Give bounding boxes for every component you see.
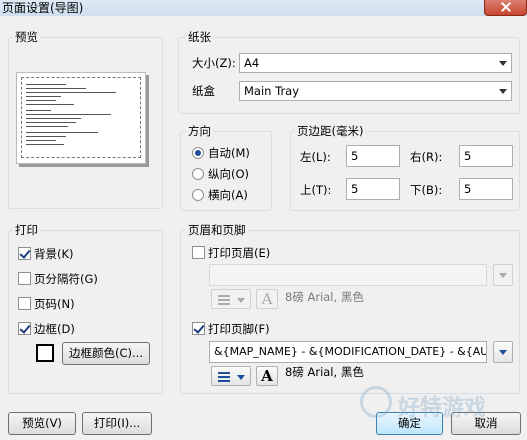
print-header-label[interactable]: 打印页眉(E) [208, 245, 270, 261]
print-page-break-label[interactable]: 页分隔符(G) [34, 271, 98, 287]
watermark-text: 好特游戏 [398, 396, 487, 421]
orientation-landscape-label[interactable]: 横向(A) [208, 187, 248, 203]
print-border-label[interactable]: 边框(D) [34, 321, 75, 337]
footer-insert-button[interactable] [493, 341, 513, 363]
chevron-down-icon [237, 298, 245, 303]
print-background-label[interactable]: 背景(K) [34, 246, 74, 262]
footer-align-button[interactable] [211, 366, 251, 386]
header-footer-group-label: 页眉和页脚 [186, 223, 248, 237]
print-page-break-checkbox[interactable] [18, 272, 31, 285]
print-group-label: 打印 [13, 223, 40, 237]
print-background-checkbox[interactable] [18, 247, 31, 260]
print-footer-checkbox[interactable] [192, 322, 205, 335]
preview-button[interactable]: 预览(V) [8, 412, 76, 435]
footer-font-button[interactable]: A [256, 366, 278, 386]
chevron-down-icon [499, 350, 507, 355]
close-button[interactable] [484, 0, 527, 16]
footer-font-text: 8磅 Arial, 黑色 [285, 365, 364, 379]
paper-tray-label: 纸盒 [192, 84, 215, 98]
footer-text-input[interactable]: &{MAP_NAME} - &{MODIFICATION_DATE} - &{A… [209, 341, 487, 363]
page-preview [16, 72, 146, 164]
page-preview-border [21, 77, 141, 158]
margin-left-label: 左(L): [300, 150, 331, 164]
site-watermark: 好特游戏 [356, 384, 526, 440]
header-font-text: 8磅 Arial, 黑色 [285, 290, 364, 304]
print-group [8, 230, 163, 394]
watermark-logo-icon [360, 386, 392, 418]
border-color-button[interactable]: 边框颜色(C)... [62, 342, 150, 365]
font-icon: A [261, 367, 273, 385]
paper-size-select[interactable]: A4 [239, 53, 512, 73]
margin-right-input[interactable]: 5 [459, 145, 513, 167]
orientation-group-label: 方向 [186, 124, 213, 138]
paper-tray-value: Main Tray [244, 84, 300, 98]
header-font-button[interactable]: A [256, 289, 278, 309]
window-title: 页面设置(导图) [2, 1, 84, 15]
print-page-number-label[interactable]: 页码(N) [34, 296, 75, 312]
paper-group [178, 37, 520, 114]
header-text-input[interactable] [209, 264, 487, 286]
margin-right-label: 右(R): [410, 150, 443, 164]
orientation-portrait-label[interactable]: 纵向(O) [208, 166, 249, 182]
margin-top-input[interactable]: 5 [346, 178, 400, 200]
chevron-down-icon [499, 89, 507, 94]
align-center-icon [218, 295, 230, 297]
orientation-auto-label[interactable]: 自动(M) [208, 145, 250, 161]
margins-group-label: 页边距(毫米) [295, 124, 366, 138]
paper-size-label: 大小(Z): [192, 56, 236, 70]
font-icon: A [261, 290, 273, 308]
orientation-landscape-radio[interactable] [192, 189, 204, 201]
chevron-down-icon [499, 61, 507, 66]
orientation-auto-radio[interactable] [192, 147, 204, 159]
print-border-checkbox[interactable] [18, 322, 31, 335]
orientation-portrait-radio[interactable] [192, 168, 204, 180]
print-header-checkbox[interactable] [192, 246, 205, 259]
margin-left-input[interactable]: 5 [346, 145, 400, 167]
border-color-swatch [36, 344, 54, 362]
margin-top-label: 上(T): [300, 183, 332, 197]
paper-tray-select[interactable]: Main Tray [239, 81, 512, 101]
margin-bottom-label: 下(B): [410, 183, 443, 197]
chevron-down-icon [237, 375, 245, 380]
margin-bottom-input[interactable]: 5 [459, 178, 513, 200]
header-insert-button[interactable] [493, 264, 513, 286]
print-button[interactable]: 打印(I)... [82, 412, 152, 435]
print-page-number-checkbox[interactable] [18, 297, 31, 310]
print-footer-label[interactable]: 打印页脚(F) [208, 321, 270, 337]
paper-size-value: A4 [244, 56, 260, 70]
chevron-down-icon [499, 273, 507, 278]
header-align-button[interactable] [211, 289, 251, 309]
preview-group-label: 预览 [13, 30, 40, 44]
paper-group-label: 纸张 [186, 30, 213, 44]
align-center-icon [218, 372, 230, 374]
